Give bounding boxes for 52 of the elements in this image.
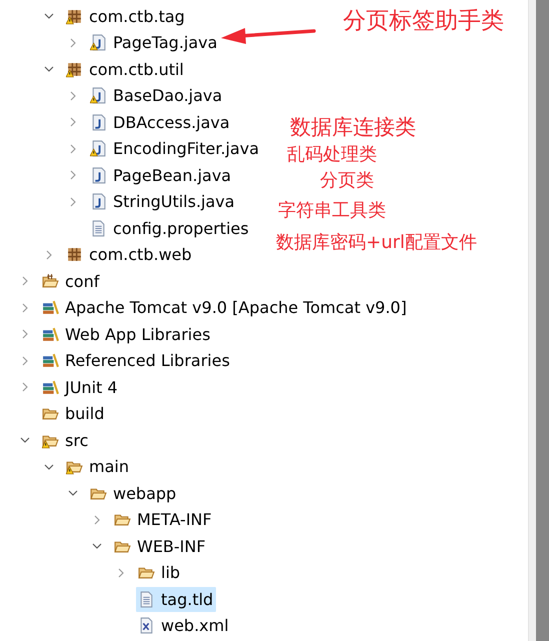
collapse-chevron-icon[interactable] xyxy=(20,435,30,446)
tree-item-label[interactable]: Apache Tomcat v9.0 [Apache Tomcat v9.0] xyxy=(65,298,407,318)
tree-item-label[interactable]: build xyxy=(65,404,104,424)
tree-item-label[interactable]: webapp xyxy=(113,484,176,503)
tree-item-label[interactable]: web.xml xyxy=(161,616,229,636)
tree-item-label[interactable]: PageTag.java xyxy=(113,33,218,52)
collapse-chevron-icon[interactable] xyxy=(44,462,54,472)
collapse-chevron-icon[interactable] xyxy=(44,11,54,22)
tree-item-label[interactable]: main xyxy=(89,457,129,476)
tree-item-label[interactable]: DBAccess.java xyxy=(113,112,230,132)
tree-item-label[interactable]: com.ctb.tag xyxy=(89,6,185,26)
expand-chevron-icon[interactable] xyxy=(44,250,54,260)
expand-chevron-icon[interactable] xyxy=(68,38,78,48)
tree-item-label[interactable]: WEB-INF xyxy=(137,536,206,556)
annotation-note: 字符串工具类 xyxy=(278,201,386,221)
tree-item-label[interactable]: com.ctb.util xyxy=(89,60,184,79)
tree-item-label[interactable]: Web App Libraries xyxy=(65,324,210,344)
expand-chevron-icon[interactable] xyxy=(68,170,78,180)
annotation-note: 数据库连接类 xyxy=(290,116,416,140)
tree-item-label[interactable]: src xyxy=(65,430,88,450)
tree-item-label[interactable]: META-INF xyxy=(137,510,212,530)
tree-item-label[interactable]: StringUtils.java xyxy=(113,192,235,212)
tree-item-label[interactable]: PageBean.java xyxy=(113,166,232,185)
annotation-note: 分页标签助手类 xyxy=(343,9,504,34)
scrollbar[interactable] xyxy=(528,0,549,641)
tree-item-label[interactable]: BaseDao.java xyxy=(113,86,222,106)
annotation-note: 乱码处理类 xyxy=(287,145,377,165)
expand-chevron-icon[interactable] xyxy=(68,144,78,154)
expand-chevron-icon[interactable] xyxy=(20,276,30,286)
annotation-note: 数据库密码+url配置文件 xyxy=(276,233,477,253)
expand-chevron-icon[interactable] xyxy=(20,382,30,392)
collapse-chevron-icon[interactable] xyxy=(68,488,78,498)
selected-tree-item[interactable]: tag.tld xyxy=(136,586,216,612)
tree-item-label[interactable]: EncodingFiter.java xyxy=(113,139,260,158)
tree-item-label[interactable]: config.properties xyxy=(113,218,249,238)
collapse-chevron-icon[interactable] xyxy=(92,541,102,552)
expand-chevron-icon[interactable] xyxy=(20,302,30,313)
expand-chevron-icon[interactable] xyxy=(68,90,78,101)
expand-chevron-icon[interactable] xyxy=(20,329,30,340)
tree-item-label[interactable]: conf xyxy=(65,272,100,291)
tree-item-label[interactable]: lib xyxy=(161,563,180,582)
expand-chevron-icon[interactable] xyxy=(68,117,78,128)
expand-chevron-icon[interactable] xyxy=(116,568,126,578)
tree-item-label[interactable]: JUnit 4 xyxy=(65,378,118,397)
collapse-chevron-icon[interactable] xyxy=(44,64,54,74)
tree-item-label[interactable]: com.ctb.web xyxy=(89,245,192,264)
expand-chevron-icon[interactable] xyxy=(68,196,78,207)
expand-chevron-icon[interactable] xyxy=(20,356,30,366)
expand-chevron-icon[interactable] xyxy=(92,514,102,525)
annotation-note: 分页类 xyxy=(320,171,374,191)
scrollbar-thumb[interactable] xyxy=(536,0,549,641)
tree-item-label[interactable]: Referenced Libraries xyxy=(65,351,230,370)
